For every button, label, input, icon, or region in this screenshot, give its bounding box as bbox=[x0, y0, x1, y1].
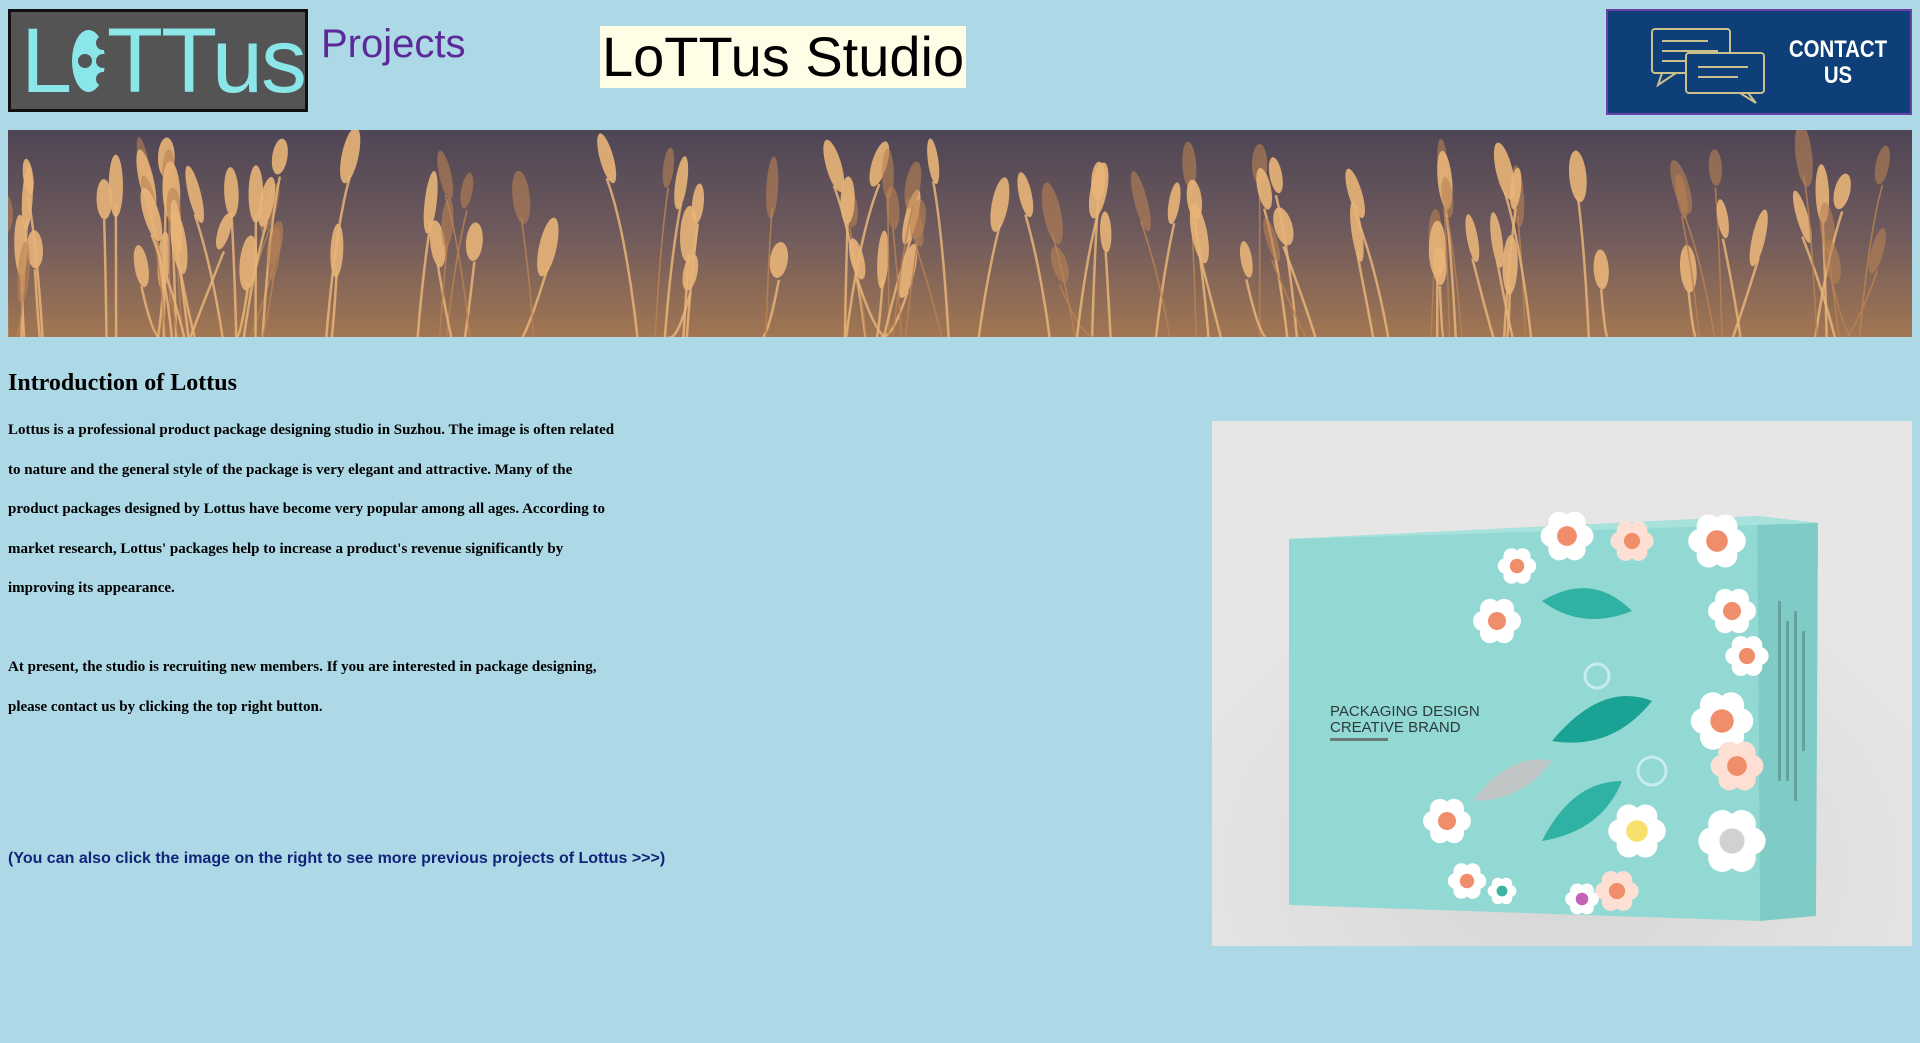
wheat-field-illustration bbox=[8, 130, 1912, 337]
projects-hint-link[interactable]: (You can also click the image on the rig… bbox=[8, 850, 665, 868]
chat-bubbles-icon bbox=[1651, 28, 1765, 104]
site-title: LoTTus Studio bbox=[600, 25, 967, 88]
packaging-project-image[interactable]: PACKAGING DESIGN CREATIVE BRAND bbox=[1212, 421, 1912, 946]
projects-link[interactable]: Projects bbox=[321, 22, 466, 67]
contact-us-button[interactable]: CONTACT US bbox=[1606, 9, 1912, 115]
packaging-box-illustration: PACKAGING DESIGN CREATIVE BRAND bbox=[1212, 421, 1912, 946]
package-text-line2: CREATIVE BRAND bbox=[1330, 719, 1461, 736]
lottus-logo[interactable]: L TTus bbox=[8, 9, 308, 112]
intro-paragraph: Lottus is a professional product package… bbox=[8, 422, 615, 596]
contact-us-label: CONTACT US bbox=[1788, 36, 1888, 89]
wheat-field-banner bbox=[8, 130, 1912, 337]
intro-heading: Introduction of Lottus bbox=[8, 370, 237, 396]
logo-letter-l: L bbox=[21, 9, 72, 112]
package-text-line1: PACKAGING DESIGN bbox=[1330, 703, 1480, 720]
page: L TTus Projects LoTTus Studio CONTACT US bbox=[0, 0, 1920, 1043]
logo-letters-ttus: TTus bbox=[106, 9, 305, 112]
film-reel-icon bbox=[72, 29, 129, 92]
recruiting-paragraph: At present, the studio is recruiting new… bbox=[8, 659, 597, 715]
